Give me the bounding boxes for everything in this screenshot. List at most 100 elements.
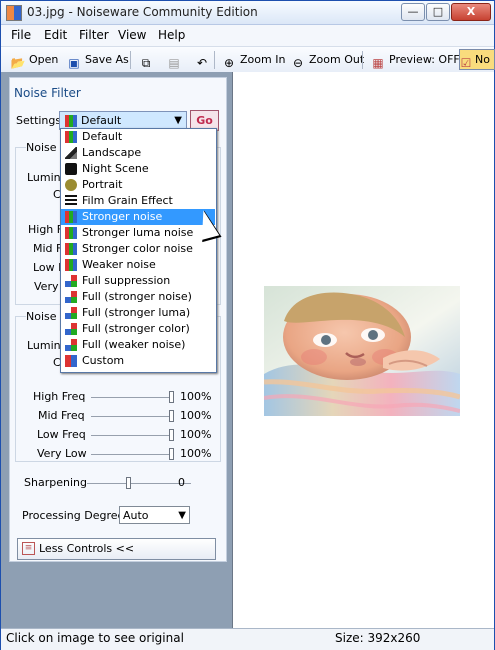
- image-preview-pane[interactable]: [233, 72, 494, 628]
- status-message: Click on image to see original: [6, 631, 184, 645]
- low-freq-label: Low Freq: [37, 428, 86, 441]
- grid-icon: [65, 291, 77, 303]
- window-title: 03.jpg - Noiseware Community Edition: [27, 5, 258, 19]
- processing-degree-label: Processing Degree: [22, 509, 125, 522]
- paste-icon: ▤: [168, 56, 180, 70]
- toolbar-separator: [214, 51, 215, 69]
- slider-handle[interactable]: [169, 429, 174, 441]
- high-freq-label: High F: [28, 223, 64, 236]
- portrait-icon: [65, 179, 77, 191]
- save-as-button[interactable]: ▣ Save As: [66, 51, 128, 70]
- copy-icon: ⧉: [141, 56, 151, 70]
- preset-option[interactable]: Stronger color noise: [61, 241, 215, 257]
- preset-icon: [65, 259, 77, 271]
- slider-handle[interactable]: [169, 448, 174, 460]
- mid-freq-label: Mid F: [33, 242, 63, 255]
- preset-option[interactable]: Full suppression: [61, 273, 215, 289]
- film-icon: [65, 195, 77, 207]
- open-button[interactable]: 📂 Open: [10, 51, 59, 70]
- maximize-button[interactable]: □: [426, 3, 450, 21]
- menu-bar: File Edit Filter View Help: [1, 25, 494, 46]
- minimize-button[interactable]: —: [401, 3, 425, 21]
- preset-option[interactable]: Custom: [61, 353, 215, 369]
- close-button[interactable]: X: [451, 3, 491, 21]
- sharpening-slider[interactable]: [87, 477, 191, 489]
- chevron-down-icon: ▼: [178, 510, 186, 521]
- preview-check-icon: ☑: [460, 56, 472, 70]
- preset-option[interactable]: Default: [61, 129, 215, 145]
- slider-handle[interactable]: [126, 477, 131, 489]
- toolbar: 📂 Open ▣ Save As ⧉ ▤ ↶ ⊕ Zoom In ⊖ Zoom Out …: [1, 46, 495, 73]
- controls-icon: ≡: [22, 542, 35, 555]
- menu-filter[interactable]: Filter: [79, 28, 109, 42]
- settings-dropdown-list[interactable]: Default Landscape Night Scene Portrait F…: [60, 128, 217, 373]
- less-controls-button[interactable]: ≡ Less Controls <<: [17, 538, 216, 560]
- save-icon: ▣: [68, 56, 80, 70]
- preset-icon: [65, 131, 77, 143]
- menu-file[interactable]: File: [11, 28, 31, 42]
- zoom-in-icon: ⊕: [223, 56, 235, 70]
- preview-icon: ▦: [372, 56, 384, 70]
- preset-option-selected[interactable]: Stronger noise: [61, 209, 215, 225]
- high-freq-value: 100%: [180, 390, 212, 403]
- photo-render: [264, 286, 460, 416]
- preset-option[interactable]: Landscape: [61, 145, 215, 161]
- preset-option[interactable]: Portrait: [61, 177, 215, 193]
- preset-option[interactable]: Stronger luma noise: [61, 225, 215, 241]
- mountain-icon: [65, 147, 77, 159]
- preset-option[interactable]: Film Grain Effect: [61, 193, 215, 209]
- preset-option[interactable]: Full (stronger noise): [61, 289, 215, 305]
- preset-option[interactable]: Night Scene: [61, 161, 215, 177]
- slider-handle[interactable]: [169, 391, 174, 403]
- preset-icon: [65, 227, 77, 239]
- zoom-out-button[interactable]: ⊖ Zoom Out: [290, 51, 364, 70]
- very-low-label: Very: [34, 280, 59, 293]
- folder-icon: 📂: [10, 56, 26, 70]
- app-icon: [6, 5, 22, 21]
- baby-photo[interactable]: [264, 286, 460, 416]
- slider-handle[interactable]: [169, 410, 174, 422]
- very-low-value: 100%: [180, 447, 212, 460]
- preview-button[interactable]: ☑ No: [459, 49, 495, 70]
- preview-toggle[interactable]: ▦ Preview: OFF: [370, 51, 459, 70]
- preset-option[interactable]: Full (weaker noise): [61, 337, 215, 353]
- undo-icon: ↶: [196, 56, 208, 70]
- mid-freq-label: Mid Freq: [38, 409, 85, 422]
- settings-label: Settings: [16, 114, 62, 127]
- zoom-in-button[interactable]: ⊕ Zoom In: [221, 51, 285, 70]
- processing-degree-select[interactable]: Auto ▼: [119, 506, 190, 524]
- very-low-label: Very Low: [37, 447, 87, 460]
- preset-option[interactable]: Weaker noise: [61, 257, 215, 273]
- custom-icon: [65, 355, 77, 367]
- high-freq-label: High Freq: [33, 390, 86, 403]
- preset-option[interactable]: Full (stronger color): [61, 321, 215, 337]
- title-bar[interactable]: 03.jpg - Noiseware Community Edition — □…: [1, 1, 494, 25]
- noiseware-window: 03.jpg - Noiseware Community Edition — □…: [0, 0, 495, 650]
- toolbar-separator: [362, 51, 363, 69]
- preset-icon: [65, 115, 77, 127]
- menu-view[interactable]: View: [118, 28, 146, 42]
- mid-freq-slider[interactable]: [91, 410, 174, 422]
- grid-icon: [65, 307, 77, 319]
- image-size: Size: 392x260: [335, 631, 421, 645]
- zoom-out-icon: ⊖: [292, 56, 304, 70]
- low-freq-slider[interactable]: [91, 429, 174, 441]
- undo-button[interactable]: ↶: [194, 51, 213, 70]
- sharpening-label: Sharpening: [24, 476, 87, 489]
- preset-option[interactable]: Full (stronger luma): [61, 305, 215, 321]
- menu-edit[interactable]: Edit: [44, 28, 67, 42]
- mid-freq-value: 100%: [180, 409, 212, 422]
- panel-title: Noise Filter: [14, 86, 81, 100]
- toolbar-separator: [130, 51, 131, 69]
- grid-icon: [65, 339, 77, 351]
- sharpening-value: 0: [178, 476, 185, 489]
- paste-button[interactable]: ▤: [166, 51, 185, 70]
- high-freq-slider[interactable]: [91, 391, 174, 403]
- grid-icon: [65, 323, 77, 335]
- status-bar: Click on image to see original Size: 392…: [1, 628, 494, 650]
- copy-button[interactable]: ⧉: [138, 51, 157, 70]
- menu-help[interactable]: Help: [158, 28, 185, 42]
- grid-icon: [65, 275, 77, 287]
- low-freq-value: 100%: [180, 428, 212, 441]
- very-low-slider[interactable]: [91, 448, 174, 460]
